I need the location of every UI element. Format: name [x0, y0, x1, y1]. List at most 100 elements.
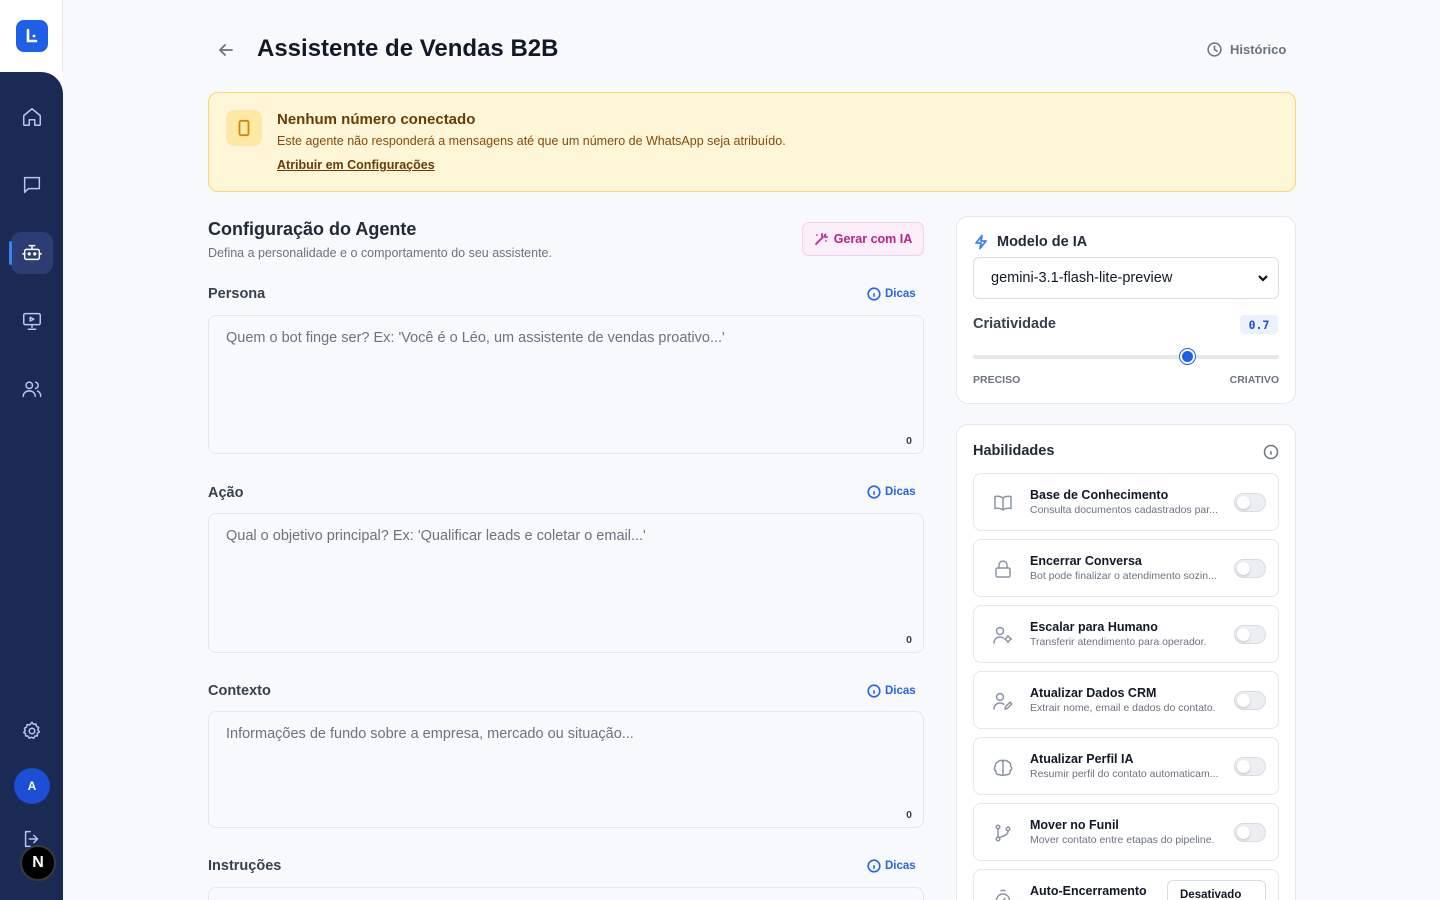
nav-bots[interactable]: [9, 232, 53, 274]
skill-update-crm[interactable]: Atualizar Dados CRM Extrair nome, email …: [973, 671, 1279, 729]
skill-desc: Mover contato entre etapas do pipeline.: [1030, 834, 1215, 846]
magic-wand-icon: [814, 233, 828, 245]
creativity-slider-thumb[interactable]: [1180, 349, 1196, 364]
logo-icon: [26, 28, 38, 43]
skill-name: Escalar para Humano: [1030, 620, 1158, 634]
action-textarea[interactable]: Qual o objetivo principal? Ex: 'Qualific…: [208, 513, 924, 653]
user-pen-icon: [992, 690, 1014, 712]
brain-icon: [992, 756, 1014, 778]
skill-desc: Transferir atendimento para operador.: [1030, 636, 1207, 648]
persona-label: Persona: [208, 286, 266, 302]
info-icon: [867, 859, 881, 873]
skill-auto-close[interactable]: Auto-Encerramento Desativado: [973, 869, 1279, 900]
model-select[interactable]: gemini-3.1-flash-lite-preview: [973, 257, 1279, 299]
instructions-textarea[interactable]: [208, 887, 924, 900]
users-icon: [22, 381, 42, 398]
home-icon: [23, 108, 41, 126]
sidebar-logo-area: [0, 0, 63, 72]
creativity-value: 0.7: [1240, 315, 1278, 334]
persona-char-count: 0: [906, 435, 912, 447]
persona-placeholder: Quem o bot finge ser? Ex: 'Você é o Léo,…: [226, 330, 725, 346]
skill-escalate-human[interactable]: Escalar para Humano Transferir atendimen…: [973, 605, 1279, 663]
info-icon: [867, 485, 881, 499]
skill-toggle[interactable]: [1234, 823, 1266, 842]
persona-textarea[interactable]: Quem o bot finge ser? Ex: 'Você é o Léo,…: [208, 315, 924, 454]
nav-chat[interactable]: [11, 164, 53, 206]
arrow-left-icon: [219, 44, 233, 56]
avatar[interactable]: A: [14, 768, 50, 804]
action-char-count: 0: [906, 634, 912, 646]
model-title: Modelo de IA: [997, 234, 1088, 250]
model-selected-value: gemini-3.1-flash-lite-preview: [991, 270, 1173, 286]
context-tips-button[interactable]: Dicas: [867, 684, 916, 698]
creativity-slider[interactable]: [973, 349, 1279, 364]
git-branch-icon: [992, 822, 1014, 844]
context-textarea[interactable]: Informações de fundo sobre a empresa, me…: [208, 711, 924, 828]
generate-ai-button[interactable]: Gerar com IA: [802, 222, 924, 256]
context-placeholder: Informações de fundo sobre a empresa, me…: [226, 726, 634, 742]
timer-icon: [992, 888, 1014, 900]
tips-label: Dicas: [885, 860, 916, 872]
clock-icon: [1207, 42, 1222, 57]
skill-end-conversation[interactable]: Encerrar Conversa Bot pode finalizar o a…: [973, 539, 1279, 597]
action-tips-button[interactable]: Dicas: [867, 485, 916, 499]
info-icon: [867, 287, 881, 301]
chat-icon: [23, 176, 41, 194]
chevron-down-icon: [1257, 272, 1269, 284]
tips-label: Dicas: [885, 685, 916, 697]
generate-ai-label: Gerar com IA: [833, 232, 913, 246]
history-label: Histórico: [1230, 42, 1287, 57]
skill-toggle[interactable]: [1234, 757, 1266, 776]
action-label: Ação: [208, 485, 244, 501]
history-button[interactable]: Histórico: [1206, 41, 1286, 58]
skill-toggle[interactable]: [1234, 691, 1266, 710]
user-cog-icon: [992, 624, 1014, 646]
skill-name: Atualizar Perfil IA: [1030, 752, 1134, 766]
context-label: Contexto: [208, 683, 271, 699]
skill-name: Auto-Encerramento: [1030, 884, 1147, 898]
instructions-tips-button[interactable]: Dicas: [867, 859, 916, 873]
action-placeholder: Qual o objetivo principal? Ex: 'Qualific…: [226, 528, 646, 544]
creativity-label: Criatividade: [973, 316, 1056, 332]
assign-settings-link[interactable]: Atribuir em Configurações: [277, 158, 435, 172]
back-button[interactable]: [216, 40, 236, 60]
skill-desc: Bot pode finalizar o atendimento sozin..…: [1030, 570, 1217, 582]
instructions-label: Instruções: [208, 858, 282, 874]
skill-desc: Extrair nome, email e dados do contato.: [1030, 702, 1216, 714]
skill-toggle[interactable]: [1234, 625, 1266, 644]
nav-home[interactable]: [11, 96, 53, 138]
skill-name: Base de Conhecimento: [1030, 488, 1169, 502]
nav-users[interactable]: [11, 368, 53, 410]
persona-tips-button[interactable]: Dicas: [867, 287, 916, 301]
config-title: Configuração do Agente: [208, 219, 417, 239]
model-header: Modelo de IA: [973, 234, 1087, 250]
info-icon: [867, 684, 881, 698]
no-number-alert: Nenhum número conectado Este agente não …: [208, 92, 1296, 192]
lightning-icon: [975, 234, 987, 250]
skill-move-funnel[interactable]: Mover no Funil Mover contato entre etapa…: [973, 803, 1279, 861]
skill-desc: Consulta documentos cadastrados par...: [1030, 504, 1218, 516]
skill-name: Atualizar Dados CRM: [1030, 686, 1157, 700]
skill-toggle[interactable]: [1234, 559, 1266, 578]
config-subtitle: Defina a personalidade e o comportamento…: [208, 246, 552, 260]
skill-desc: Resumir perfil do contato automaticam...: [1030, 768, 1219, 780]
skill-toggle[interactable]: [1234, 493, 1266, 512]
phone-icon: [238, 119, 250, 137]
skill-knowledge-base[interactable]: Base de Conhecimento Consulta documentos…: [973, 473, 1279, 531]
nav-presentation[interactable]: [11, 300, 53, 342]
skills-info-button[interactable]: [1263, 444, 1279, 460]
app-logo[interactable]: [16, 20, 48, 52]
page-title: Assistente de Vendas B2B: [257, 35, 559, 62]
sidebar: A N: [0, 0, 63, 900]
skills-title: Habilidades: [973, 443, 1055, 459]
slider-max-label: CRIATIVO: [1229, 374, 1279, 386]
auto-close-select[interactable]: Desativado: [1167, 880, 1266, 900]
tips-label: Dicas: [885, 486, 916, 498]
skill-name: Mover no Funil: [1030, 818, 1119, 832]
info-icon: [1263, 444, 1279, 460]
nav-settings[interactable]: [11, 710, 53, 752]
n-badge[interactable]: N: [20, 845, 56, 881]
gear-icon: [23, 721, 41, 739]
lock-icon: [992, 558, 1014, 580]
skill-update-ai-profile[interactable]: Atualizar Perfil IA Resumir perfil do co…: [973, 737, 1279, 795]
